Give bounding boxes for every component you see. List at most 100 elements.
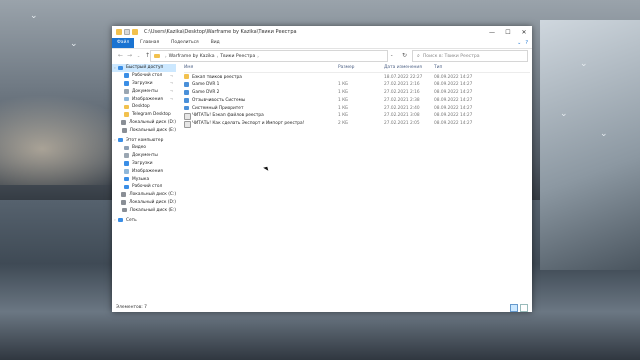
drive-icon: [121, 120, 127, 125]
sidebar-item[interactable]: Рабочий стол ⊸: [112, 72, 176, 80]
file-list[interactable]: Имя Размер Дата изменения Тип Бэкап твик…: [184, 64, 530, 300]
maximize-button[interactable]: ☐: [500, 26, 516, 38]
details-view-icon[interactable]: [510, 304, 518, 312]
sidebar-item[interactable]: Загрузки: [112, 160, 176, 168]
file-row[interactable]: ЧИТАТЬ! Бэкап файлов реестра 1 КБ 27.02.20…: [184, 112, 530, 121]
sidebar-item[interactable]: Telegram Desktop: [112, 111, 176, 119]
pin-icon[interactable]: ⊸: [170, 81, 173, 85]
file-name: Бэкап твиков реестра: [192, 74, 242, 80]
sidebar-item-label: Локальный диск (E:): [129, 127, 176, 133]
file-row[interactable]: ЧИТАТЬ! Как сделать Экспорт и Импорт рее…: [184, 120, 530, 128]
breadcrumb-separator-icon[interactable]: ›: [165, 54, 167, 59]
sidebar-item[interactable]: › Сеть: [112, 216, 176, 224]
sidebar-item[interactable]: Изображения ⊸: [112, 95, 176, 103]
minimize-button[interactable]: —: [484, 26, 500, 38]
file-date-modified: 08.09.2022 14:27: [434, 97, 473, 103]
ribbon-right-controls: ⌄ ?: [517, 38, 528, 48]
pin-icon[interactable]: ⊸: [170, 89, 173, 93]
sidebar-item[interactable]: Документы: [112, 152, 176, 160]
tab-share[interactable]: Поделиться: [165, 38, 205, 48]
sidebar-item[interactable]: Музыка: [112, 175, 176, 183]
computer-icon: [118, 137, 123, 143]
file-size: 1 КБ: [338, 113, 349, 119]
column-header-date[interactable]: Дата изменения: [384, 65, 422, 70]
tab-file[interactable]: Файл: [112, 38, 135, 48]
sidebar-item[interactable]: › Этот компьютер: [112, 136, 176, 144]
sidebar-item[interactable]: Загрузки ⊸: [112, 80, 176, 88]
folder-icon[interactable]: [116, 29, 122, 35]
sidebar-item[interactable]: Локальный диск (D:): [112, 199, 176, 207]
file-name: ЧИТАТЬ! Как сделать Экспорт и Импорт рее…: [192, 121, 305, 127]
chevron-down-icon[interactable]: ⌄: [390, 52, 393, 57]
sidebar-item-label: Рабочий стол: [132, 184, 163, 190]
file-name: Game DVR 2: [192, 90, 220, 96]
file-date-modified: 08.09.2022 14:27: [434, 121, 473, 127]
file-row[interactable]: Бэкап твиков реестра 18.07.2022 22:27 08.0…: [184, 73, 530, 81]
chevron-down-icon[interactable]: ⌄: [517, 40, 521, 46]
sidebar-item[interactable]: Изображения: [112, 167, 176, 175]
sidebar-item[interactable]: Локальный диск (D:): [112, 119, 176, 127]
search-input[interactable]: ⌕ Поиск в: Твики Реестра: [412, 50, 528, 62]
folder-icon: [124, 112, 129, 117]
help-icon[interactable]: ?: [525, 40, 528, 46]
sidebar-item[interactable]: Видео: [112, 144, 176, 152]
recent-locations-icon[interactable]: ⌄: [134, 53, 143, 58]
desktop-icon: [124, 73, 129, 78]
new-folder-icon[interactable]: [132, 29, 138, 35]
reg-file-icon: [184, 97, 189, 103]
refresh-icon[interactable]: ↻: [402, 52, 407, 59]
sidebar-item-label: Локальный диск (D:): [129, 199, 176, 205]
breadcrumb-separator-icon[interactable]: ›: [257, 54, 259, 59]
sidebar-item[interactable]: Локальный диск (E:): [112, 206, 176, 214]
breadcrumb-separator-icon[interactable]: ›: [217, 54, 219, 59]
file-date: 18.07.2022 22:27: [384, 74, 423, 80]
tab-view[interactable]: Вид: [205, 38, 226, 48]
sidebar-item-label: Изображения: [132, 96, 163, 102]
file-row[interactable]: Game DVR 2 1 КБ 27.02.2021 2:16 08.09.2022 …: [184, 89, 530, 97]
reg-file-icon: [184, 105, 189, 111]
file-rows: Бэкап твиков реестра 18.07.2022 22:27 08.0…: [184, 73, 530, 128]
forward-arrow-icon[interactable]: →: [125, 52, 134, 59]
properties-icon[interactable]: [124, 29, 130, 35]
pin-icon[interactable]: ⊸: [170, 74, 173, 78]
sidebar-item-label: Локальный диск (D:): [129, 119, 176, 125]
breadcrumb-item[interactable]: Твики Реестра: [220, 54, 255, 59]
desktop-icon: [124, 184, 129, 190]
text-file-icon: [184, 121, 191, 128]
breadcrumb-item[interactable]: Warframe by Kazika: [169, 54, 215, 59]
picture-icon: [124, 96, 129, 102]
file-name: Системный Приоритет: [192, 105, 244, 111]
sidebar-item[interactable]: Desktop: [112, 103, 176, 111]
sidebar-item[interactable]: Локальный диск (E:): [112, 126, 176, 134]
address-bar[interactable]: › Warframe by Kazika › Твики Реестра ›: [150, 50, 388, 62]
pin-icon[interactable]: ⊸: [170, 97, 173, 101]
file-row[interactable]: Отзывчивость Системы 1 КБ 27.02.2021 2:38 0…: [184, 96, 530, 104]
sidebar-item-label: Быстрый доступ: [126, 65, 164, 71]
large-icons-view-icon[interactable]: [520, 304, 528, 312]
bird-decoration: ⌄: [600, 129, 608, 139]
column-header-size[interactable]: Размер: [338, 65, 354, 70]
back-arrow-icon[interactable]: ←: [116, 52, 125, 59]
drive-icon: [121, 200, 127, 205]
file-row[interactable]: Game DVR 1 1 КБ 27.02.2021 2:16 08.09.2022 …: [184, 81, 530, 89]
column-header-type[interactable]: Тип: [434, 65, 442, 70]
tab-home[interactable]: Главная: [134, 38, 165, 48]
window-title: C:\Users\Kazika\Desktop\Warframe by Kazi…: [144, 29, 297, 35]
sidebar-item[interactable]: › Быстрый доступ: [112, 64, 176, 72]
navigation-pane[interactable]: › Быстрый доступ Рабочий стол ⊸ Загрузки ⊸ Док…: [112, 64, 176, 300]
title-bar[interactable]: C:\Users\Kazika\Desktop\Warframe by Kazi…: [112, 26, 532, 38]
close-button[interactable]: ✕: [516, 26, 532, 38]
window-controls: — ☐ ✕: [484, 26, 532, 38]
sidebar-item[interactable]: Рабочий стол: [112, 183, 176, 191]
file-row[interactable]: Системный Приоритет 1 КБ 27.02.2021 2:40 08…: [184, 104, 530, 112]
file-explorer-window: C:\Users\Kazika\Desktop\Warframe by Kazi…: [112, 26, 532, 312]
download-icon: [124, 161, 129, 166]
sidebar-item-label: Этот компьютер: [126, 137, 164, 143]
sidebar-item[interactable]: Документы ⊸: [112, 87, 176, 95]
sidebar-item-label: Telegram Desktop: [132, 112, 171, 118]
file-date: 27.02.2021 2:05: [384, 121, 420, 127]
column-header-name[interactable]: Имя: [184, 65, 193, 70]
sidebar-item[interactable]: Локальный диск (C:): [112, 191, 176, 199]
quick-access-toolbar: [112, 29, 138, 35]
reg-file-icon: [184, 89, 189, 95]
